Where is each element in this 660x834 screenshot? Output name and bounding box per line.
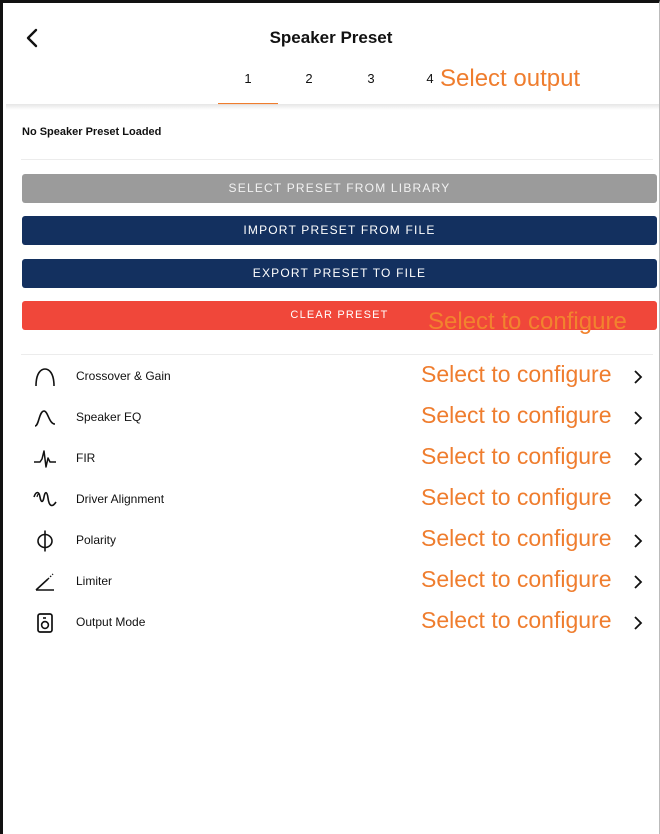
export-preset-button[interactable]: EXPORT PRESET TO FILE	[22, 259, 657, 288]
page-title: Speaker Preset	[269, 28, 393, 47]
section-divider	[21, 354, 653, 355]
polarity-phi-icon	[37, 530, 53, 552]
chevron-right-icon	[634, 370, 643, 384]
menu-item-label: Limiter	[76, 574, 113, 588]
configure-hint: Select to configure	[421, 443, 612, 469]
configure-hint: Select to configure	[421, 361, 612, 387]
menu-item-label: Crossover & Gain	[76, 369, 171, 383]
header-divider	[6, 104, 659, 110]
menu-item-label: Polarity	[76, 533, 117, 547]
menu-item-label: Driver Alignment	[76, 492, 165, 506]
configure-hint: Select to configure	[421, 607, 612, 633]
select-output-annotation: Select output	[440, 65, 581, 92]
tab-output-2[interactable]: 2	[279, 71, 339, 103]
menu-item-polarity[interactable]: Polarity Select to configure	[21, 523, 645, 559]
configure-hint: Select to configure	[421, 525, 612, 551]
import-preset-button[interactable]: IMPORT PRESET FROM FILE	[22, 216, 657, 245]
speaker-icon	[37, 613, 53, 633]
limiter-slope-icon	[35, 573, 54, 591]
chevron-right-icon	[634, 493, 643, 507]
app-window: Speaker Preset 1 2 3 4 Select output No …	[0, 0, 660, 834]
menu-item-output-mode[interactable]: Output Mode Select to configure	[21, 605, 645, 641]
chevron-right-icon	[634, 616, 643, 630]
configure-hint: Select to configure	[421, 402, 612, 428]
fir-impulse-icon	[34, 450, 56, 468]
crossover-arch-icon	[35, 368, 55, 387]
menu-item-limiter[interactable]: Limiter Select to configure	[21, 564, 645, 600]
preset-status: No Speaker Preset Loaded	[22, 126, 162, 138]
menu-item-label: Speaker EQ	[76, 410, 142, 424]
menu-item-fir[interactable]: FIR Select to configure	[21, 441, 645, 477]
menu-item-label: FIR	[76, 451, 96, 465]
chevron-right-icon	[634, 534, 643, 548]
driver-alignment-wave-icon	[33, 491, 57, 507]
menu-item-speaker-eq[interactable]: Speaker EQ Select to configure	[21, 400, 645, 436]
menu-item-label: Output Mode	[76, 615, 146, 629]
section-divider	[21, 159, 653, 160]
chevron-right-icon	[634, 452, 643, 466]
chevron-right-icon	[634, 575, 643, 589]
configure-hint: Select to configure	[421, 484, 612, 510]
clear-preset-annotation: Select to configure	[428, 308, 627, 335]
select-preset-library-button[interactable]: SELECT PRESET FROM LIBRARY	[22, 174, 657, 203]
tab-output-1[interactable]: 1	[218, 71, 278, 105]
eq-curve-icon	[34, 410, 56, 427]
tab-output-3[interactable]: 3	[341, 71, 401, 103]
menu-item-driver-alignment[interactable]: Driver Alignment Select to configure	[21, 482, 645, 518]
menu-item-crossover-gain[interactable]: Crossover & Gain Select to configure	[21, 359, 645, 395]
configure-hint: Select to configure	[421, 566, 612, 592]
chevron-right-icon	[634, 411, 643, 425]
